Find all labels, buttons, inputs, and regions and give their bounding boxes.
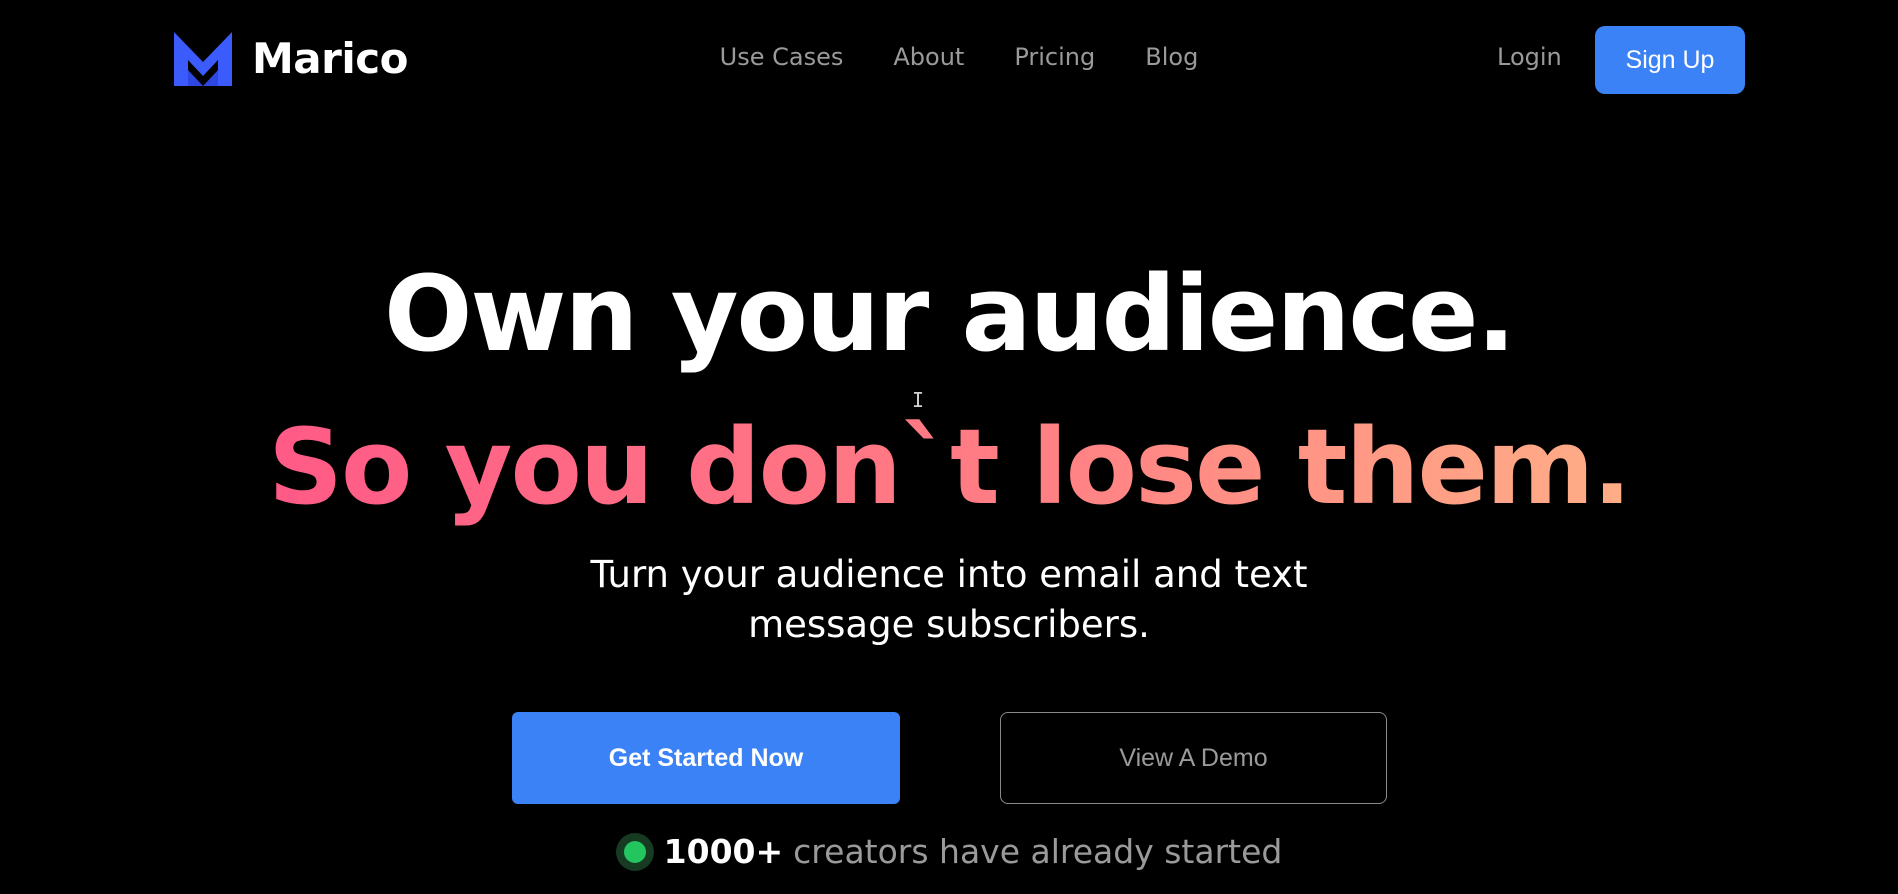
get-started-button[interactable]: Get Started Now bbox=[512, 712, 900, 804]
hero-description-line-1: Turn your audience into email and text bbox=[590, 553, 1308, 596]
signup-button[interactable]: Sign Up bbox=[1595, 26, 1745, 94]
hero-description-line-2: message subscribers. bbox=[748, 603, 1150, 646]
login-link[interactable]: Login bbox=[1497, 42, 1562, 73]
hero-subheadline: So you don`t lose them. bbox=[0, 415, 1898, 519]
view-demo-button[interactable]: View A Demo bbox=[1000, 712, 1387, 804]
hero-headline: Own your audience. bbox=[383, 253, 1516, 375]
text-cursor-icon: I bbox=[912, 388, 925, 412]
landing-page: Marico Use Cases About Pricing Blog Logi… bbox=[0, 0, 1898, 894]
hero-subheadline-text: So you don`t lose them. bbox=[268, 406, 1632, 528]
nav-item-blog[interactable]: Blog bbox=[1145, 42, 1198, 73]
nav-item-pricing[interactable]: Pricing bbox=[1014, 42, 1095, 73]
nav-item-use-cases[interactable]: Use Cases bbox=[720, 42, 844, 73]
nav-item-about[interactable]: About bbox=[893, 42, 964, 73]
social-proof-text: creators have already started bbox=[793, 832, 1283, 871]
creator-count: 1000+ bbox=[663, 832, 784, 871]
social-proof: 1000+ creators have already started bbox=[0, 832, 1898, 871]
status-dot-icon bbox=[615, 832, 654, 871]
hero-description: Turn your audience into email and text m… bbox=[0, 550, 1898, 650]
